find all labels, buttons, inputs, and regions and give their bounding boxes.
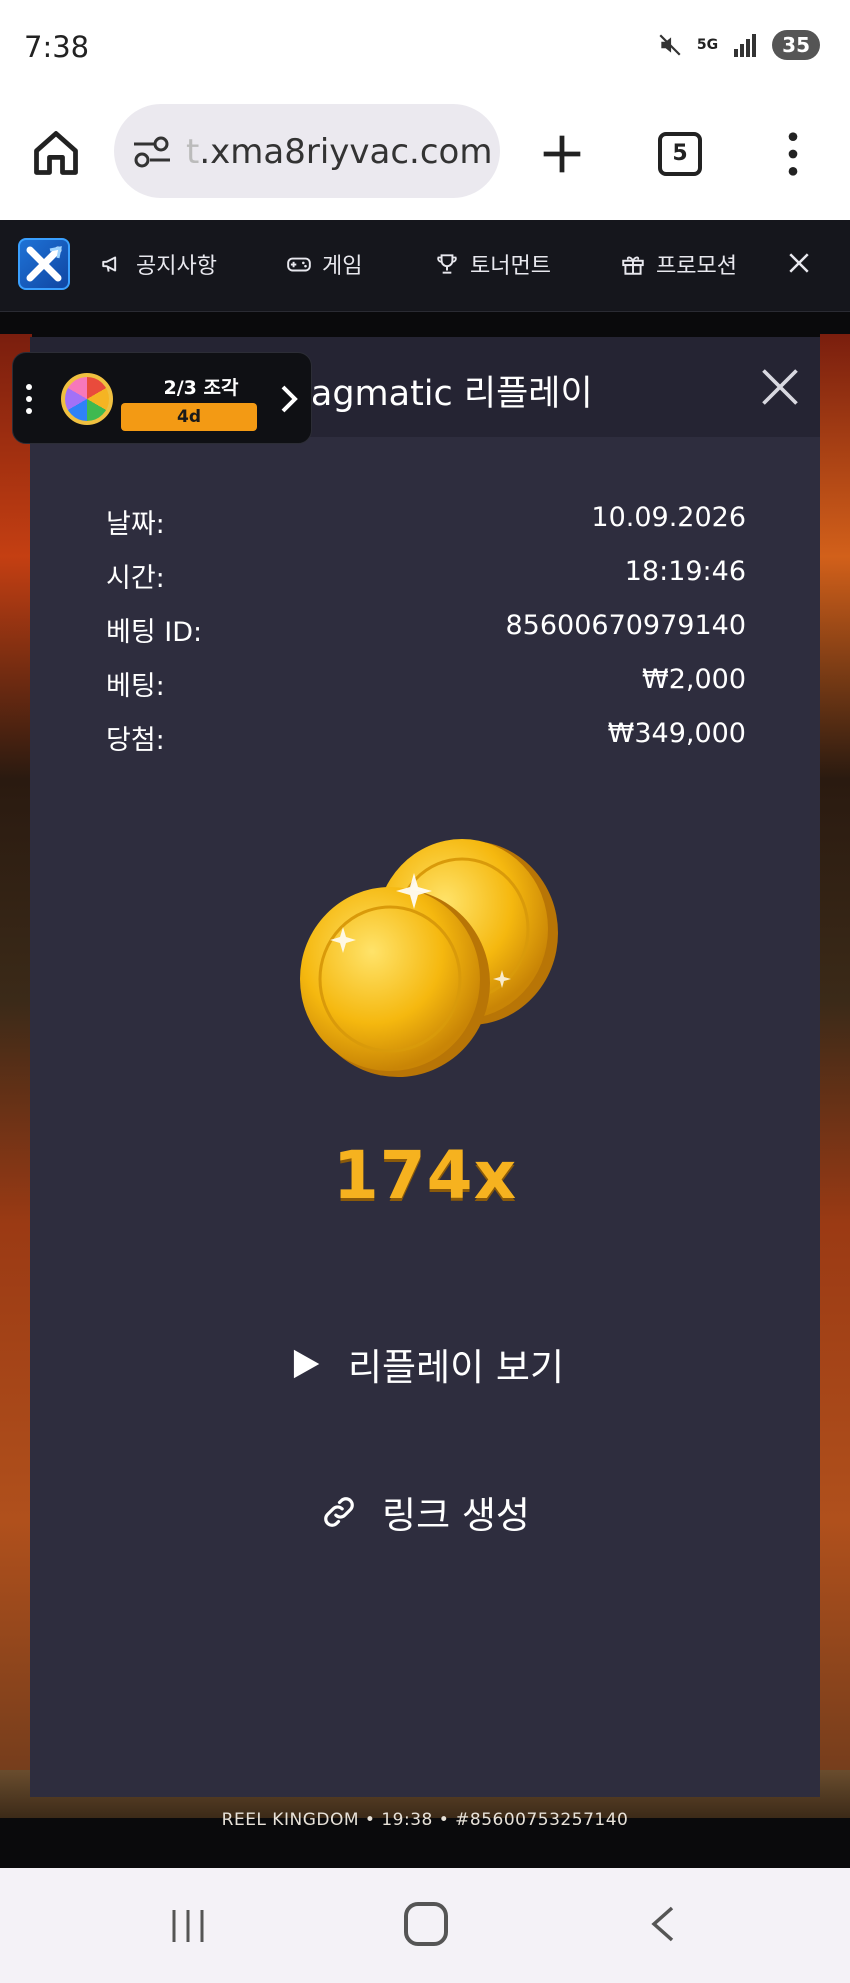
info-value: 10.09.2026 bbox=[591, 502, 746, 533]
status-icons: 5G 35 bbox=[657, 30, 820, 60]
drag-handle-icon[interactable] bbox=[25, 383, 33, 415]
nav-item-games[interactable]: 게임 bbox=[286, 248, 362, 280]
mute-icon bbox=[659, 34, 681, 56]
link-icon bbox=[324, 1497, 354, 1527]
watch-replay-button[interactable]: 리플레이 보기 bbox=[30, 1337, 820, 1391]
status-bar: 7:38 5G 35 bbox=[0, 0, 850, 90]
site-settings-icon[interactable] bbox=[132, 134, 172, 170]
battery-icon: 35 bbox=[772, 30, 820, 60]
close-icon[interactable] bbox=[758, 365, 802, 409]
url-domain: .xma8riyvac.com bbox=[199, 132, 493, 172]
chevron-right-icon[interactable] bbox=[279, 383, 299, 415]
browser-toolbar: t.xma8riyvac.com 5 bbox=[0, 90, 850, 220]
prize-wheel-icon bbox=[61, 373, 113, 425]
url-prefix: t bbox=[186, 132, 200, 172]
info-value: 18:19:46 bbox=[624, 556, 746, 587]
status-time: 7:38 bbox=[24, 30, 90, 64]
url-text: t.xma8riyvac.com bbox=[186, 132, 492, 172]
nav-item-label: 공지사항 bbox=[136, 254, 217, 279]
site-nav: 공지사항 게임 토너먼트 프로모션 bbox=[0, 220, 850, 312]
nav-item-label: 토너먼트 bbox=[470, 254, 551, 279]
create-link-label: 링크 생성 bbox=[382, 1494, 530, 1537]
win-multiplier: 174x bbox=[332, 1137, 518, 1214]
close-icon[interactable] bbox=[784, 248, 814, 278]
info-label: 시간: bbox=[106, 563, 165, 594]
info-row-time: 시간: 18:19:46 bbox=[106, 556, 746, 596]
nav-item-notices[interactable]: 공지사항 bbox=[100, 248, 217, 280]
play-icon bbox=[293, 1349, 320, 1379]
new-tab-icon[interactable] bbox=[540, 132, 584, 176]
watch-replay-label: 리플레이 보기 bbox=[347, 1346, 564, 1389]
nav-item-label: 게임 bbox=[322, 254, 363, 279]
replay-modal: Pragmatic 리플레이 날짜: 10.09.2026 시간: 18:19:… bbox=[30, 337, 820, 1797]
info-row-win: 당첨: ₩349,000 bbox=[106, 718, 746, 758]
megaphone-icon bbox=[102, 256, 117, 272]
x-logo-icon bbox=[26, 246, 62, 282]
network-5g-icon: 5G bbox=[696, 37, 719, 53]
modal-title: Pragmatic 리플레이 bbox=[276, 374, 593, 414]
site-logo[interactable] bbox=[18, 238, 70, 290]
info-label: 베팅: bbox=[106, 671, 165, 702]
home-icon[interactable] bbox=[30, 127, 82, 179]
info-row-bet-id: 베팅 ID: 85600670979140 bbox=[106, 610, 746, 650]
gold-coins-icon bbox=[300, 839, 558, 1077]
address-bar[interactable]: t.xma8riyvac.com bbox=[114, 104, 500, 198]
nav-item-tournaments[interactable]: 토너먼트 bbox=[434, 248, 551, 280]
recent-apps-icon[interactable] bbox=[168, 1908, 208, 1944]
trophy-icon bbox=[437, 254, 457, 274]
nav-item-label: 프로모션 bbox=[656, 254, 737, 279]
create-link-button[interactable]: 링크 생성 bbox=[30, 1485, 820, 1539]
signal-icon bbox=[734, 34, 757, 57]
info-label: 베팅 ID: bbox=[106, 617, 203, 648]
info-label: 당첨: bbox=[106, 725, 165, 756]
promo-time-badge: 4d bbox=[121, 403, 257, 431]
info-value: ₩2,000 bbox=[642, 664, 746, 695]
info-value: ₩349,000 bbox=[607, 718, 746, 749]
android-nav-bar bbox=[0, 1868, 850, 1983]
more-menu-icon[interactable] bbox=[780, 128, 806, 180]
back-icon[interactable] bbox=[648, 1904, 678, 1944]
game-reel-left-edge bbox=[0, 334, 32, 1818]
info-row-date: 날짜: 10.09.2026 bbox=[106, 502, 746, 542]
promo-progress-widget[interactable]: 2/3 조각 4d bbox=[12, 352, 312, 444]
info-label: 날짜: bbox=[106, 509, 165, 540]
home-button[interactable] bbox=[404, 1902, 448, 1946]
game-footer-text: REEL KINGDOM • 19:38 • #85600753257140 bbox=[221, 1810, 629, 1830]
tab-switcher-button[interactable]: 5 bbox=[658, 132, 702, 176]
gamepad-icon bbox=[287, 257, 311, 272]
game-reel-right-edge bbox=[820, 334, 850, 1818]
nav-item-promotions[interactable]: 프로모션 bbox=[620, 248, 737, 280]
info-value: 85600670979140 bbox=[505, 610, 747, 641]
gift-icon bbox=[622, 256, 644, 275]
promo-title: 2/3 조각 bbox=[163, 377, 239, 399]
info-row-bet: 베팅: ₩2,000 bbox=[106, 664, 746, 704]
